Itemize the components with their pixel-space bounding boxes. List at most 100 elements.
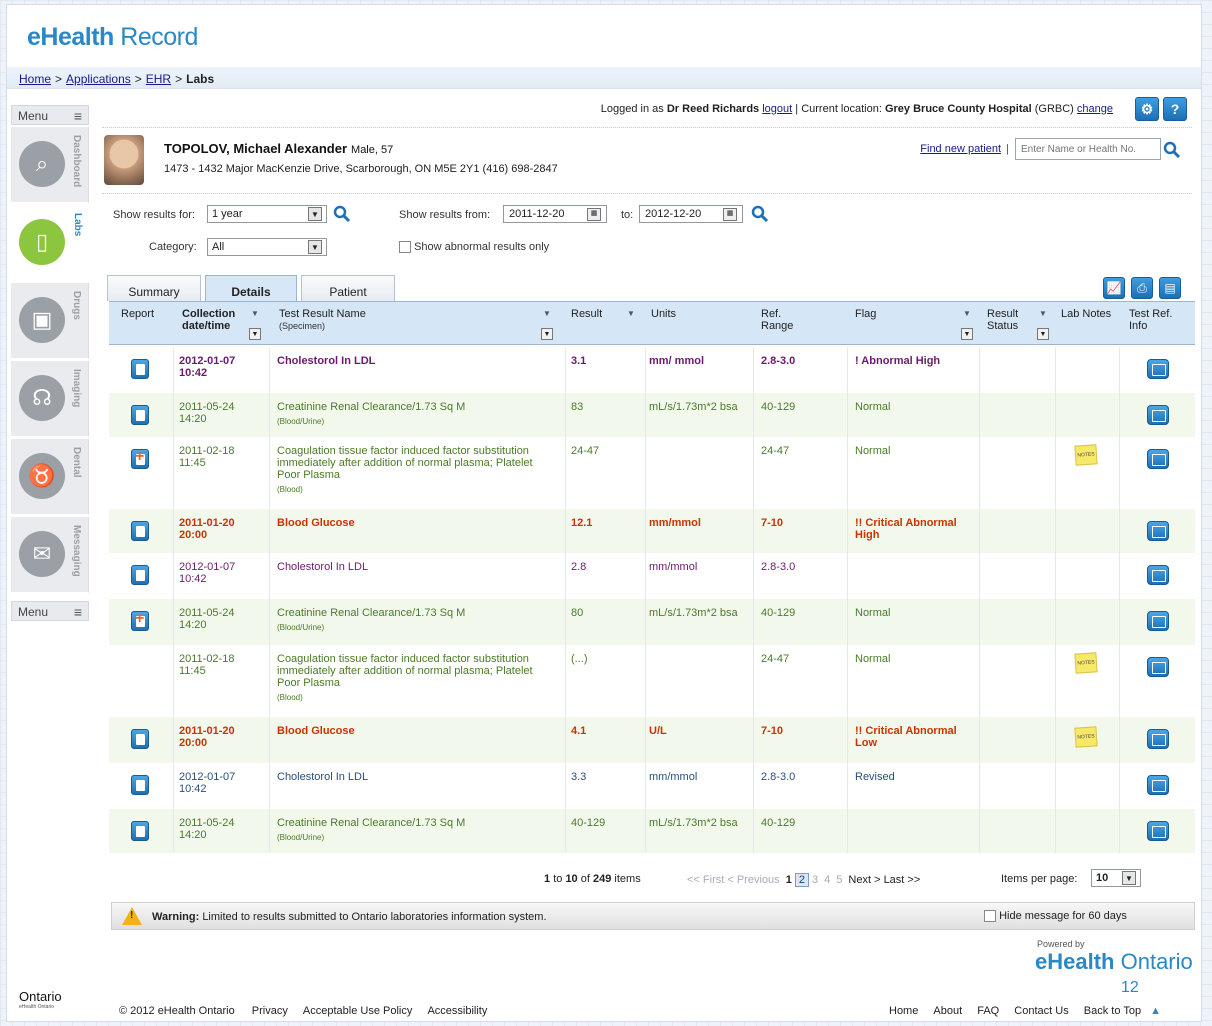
change-location-link[interactable]: change — [1077, 103, 1113, 115]
table-row[interactable]: 2012-01-07 10:42 Cholestorol In LDL 3.1 mm/ … — [109, 347, 1195, 393]
table-row[interactable]: 2011-05-2414:20 Creatinine Renal Clearanc… — [109, 809, 1195, 853]
table-row[interactable]: 2012-01-07 10:42 Cholestorol In LDL 2.8 mm/m… — [109, 553, 1195, 599]
footer-faq-link[interactable]: FAQ — [977, 1005, 999, 1017]
items-per-page-select[interactable]: 10 ▼ — [1091, 869, 1141, 887]
table-row[interactable]: 2011-01-20 20:00 Blood Glucose 12.1 mm/mmol 7… — [109, 509, 1195, 553]
col-report[interactable]: Report — [121, 308, 154, 320]
test-name[interactable]: Creatinine Renal Clearance/1.73 Sq M — [277, 817, 547, 829]
test-ref-book-icon[interactable] — [1147, 405, 1169, 425]
col-result-status[interactable]: Result Status — [987, 308, 1027, 332]
report-icon[interactable] — [131, 821, 149, 841]
menu-toggle-bottom[interactable]: Menu ≡ — [11, 601, 89, 621]
date-from-input[interactable]: 2011-12-20 ▦ — [503, 205, 607, 223]
table-row[interactable]: 2011-01-20 20:00 Blood Glucose 4.1 U/L 7-10!!… — [109, 717, 1195, 763]
test-ref-book-icon[interactable] — [1147, 565, 1169, 585]
nav-item-dental[interactable]: ♉ Dental — [11, 439, 89, 515]
col-result[interactable]: Result — [571, 308, 602, 320]
footer-contact-link[interactable]: Contact Us — [1014, 1005, 1068, 1017]
pager-page[interactable]: 5 — [836, 874, 842, 886]
sort-icon[interactable]: ▼ — [251, 309, 259, 318]
footer-about-link[interactable]: About — [933, 1005, 962, 1017]
table-row[interactable]: 2011-05-2414:20 Creatinine Renal Clearanc… — [109, 393, 1195, 437]
breadcrumb-ehr-link[interactable]: EHR — [146, 72, 171, 86]
table-row[interactable]: 2012-01-07 10:42 Cholestorol In LDL 3.3 mm/m… — [109, 763, 1195, 809]
test-name[interactable]: Coagulation tissue factor induced factor… — [277, 445, 547, 481]
pager-first[interactable]: << First — [687, 874, 724, 886]
col-test-name[interactable]: Test Result Name (Specimen) — [279, 308, 366, 332]
pager-page[interactable]: 3 — [812, 874, 818, 886]
sort-icon[interactable]: ▼ — [543, 309, 551, 318]
filter-dropdown[interactable]: ▼ — [249, 328, 261, 340]
test-ref-book-icon[interactable] — [1147, 729, 1169, 749]
col-collection-date[interactable]: Collection date/time — [182, 308, 242, 332]
footer-accessibility-link[interactable]: Accessibility — [427, 1005, 487, 1017]
nav-item-drugs[interactable]: ▣ Drugs — [11, 283, 89, 359]
test-name[interactable]: Blood Glucose — [277, 725, 547, 737]
pager-next[interactable]: Next > — [848, 874, 880, 886]
help-button[interactable]: ? — [1163, 97, 1187, 121]
export-button[interactable]: ▤ — [1159, 277, 1181, 299]
pager-page[interactable]: 4 — [824, 874, 830, 886]
tab-summary[interactable]: Summary — [107, 275, 201, 301]
show-results-for-select[interactable]: 1 year ▼ — [207, 205, 327, 223]
table-row[interactable]: 2011-05-2414:20 Creatinine Renal Clearanc… — [109, 599, 1195, 645]
report-icon[interactable] — [131, 565, 149, 585]
test-ref-book-icon[interactable] — [1147, 521, 1169, 541]
pager-last[interactable]: Last >> — [884, 874, 921, 886]
settings-gear-button[interactable]: ⚙ — [1135, 97, 1159, 121]
filter-dropdown[interactable]: ▼ — [541, 328, 553, 340]
footer-aup-link[interactable]: Acceptable Use Policy — [303, 1005, 412, 1017]
test-ref-book-icon[interactable] — [1147, 359, 1169, 379]
test-ref-book-icon[interactable] — [1147, 449, 1169, 469]
find-new-patient-link[interactable]: Find new patient — [920, 143, 1001, 155]
nav-item-dashboard[interactable]: ⌕ Dashboard — [11, 127, 89, 203]
sort-icon[interactable]: ▼ — [963, 309, 971, 318]
test-ref-book-icon[interactable] — [1147, 821, 1169, 841]
menu-toggle-top[interactable]: Menu ≡ — [11, 105, 89, 125]
test-name[interactable]: Cholestorol In LDL — [277, 561, 547, 573]
logout-link[interactable]: logout — [762, 103, 792, 115]
pager-page-current[interactable]: 2 — [794, 873, 809, 887]
tab-details[interactable]: Details — [205, 275, 297, 301]
table-row[interactable]: 2011-02-1811:45 Coagulation tissue factor… — [109, 645, 1195, 717]
breadcrumb-home-link[interactable]: Home — [19, 72, 51, 86]
pager-page[interactable]: 1 — [786, 874, 792, 886]
patient-search-input[interactable] — [1015, 138, 1161, 160]
report-plus-icon[interactable] — [131, 448, 149, 469]
nav-item-labs[interactable]: ▯ Labs — [11, 205, 89, 281]
sort-icon[interactable]: ▼ — [1039, 309, 1047, 318]
nav-item-imaging[interactable]: ☊ Imaging — [11, 361, 89, 437]
pager-previous[interactable]: < Previous — [727, 874, 779, 886]
print-button[interactable]: ⎙ — [1131, 277, 1153, 299]
filter-dropdown[interactable]: ▼ — [961, 328, 973, 340]
date-to-input[interactable]: 2012-12-20 ▦ — [639, 205, 743, 223]
col-flag[interactable]: Flag — [855, 308, 876, 320]
test-name[interactable]: Coagulation tissue factor induced factor… — [277, 653, 547, 689]
filter-dropdown[interactable]: ▼ — [1037, 328, 1049, 340]
test-name[interactable]: Creatinine Renal Clearance/1.73 Sq M — [277, 401, 547, 413]
report-icon[interactable] — [131, 775, 149, 795]
category-select[interactable]: All ▼ — [207, 238, 327, 256]
footer-back-to-top-link[interactable]: Back to Top — [1084, 1005, 1141, 1017]
report-icon[interactable] — [131, 729, 149, 749]
calendar-icon[interactable]: ▦ — [587, 207, 601, 221]
footer-home-link[interactable]: Home — [889, 1005, 918, 1017]
calendar-icon[interactable]: ▦ — [723, 207, 737, 221]
col-units[interactable]: Units — [651, 308, 676, 320]
test-ref-book-icon[interactable] — [1147, 775, 1169, 795]
report-icon[interactable] — [131, 405, 149, 425]
test-ref-book-icon[interactable] — [1147, 611, 1169, 631]
search-icon[interactable] — [751, 205, 769, 223]
test-name[interactable]: Cholestorol In LDL — [277, 355, 547, 367]
hide-message-checkbox[interactable] — [984, 910, 996, 923]
chart-button[interactable]: 📈 — [1103, 277, 1125, 299]
report-icon[interactable] — [131, 359, 149, 379]
lab-notes-icon[interactable]: NOTES — [1074, 726, 1098, 748]
lab-notes-icon[interactable]: NOTES — [1074, 652, 1098, 674]
search-icon[interactable] — [333, 205, 351, 223]
col-ref-range[interactable]: Ref. Range — [761, 308, 801, 332]
report-plus-icon[interactable] — [131, 610, 149, 631]
abnormal-only-checkbox[interactable] — [399, 241, 411, 254]
table-row[interactable]: 2011-02-1811:45 Coagulation tissue factor… — [109, 437, 1195, 509]
test-name[interactable]: Cholestorol In LDL — [277, 771, 547, 783]
